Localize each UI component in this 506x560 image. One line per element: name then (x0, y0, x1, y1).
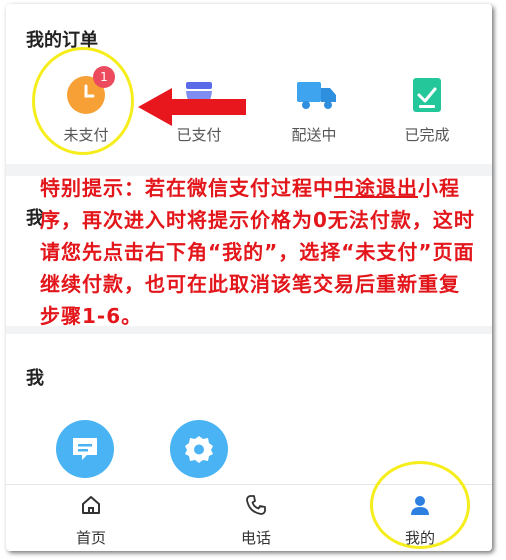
tab-home-label: 首页 (75, 529, 106, 547)
section-3-title: 我 (26, 368, 44, 389)
red-arrow-annotation (138, 88, 246, 126)
notice-text-part1: 特别提示：若在微信支付过程中 (40, 176, 334, 200)
my-orders-card: 我的订单 1 未支付 已支付 配送中 已完成 (6, 4, 492, 164)
highlight-circle-unpaid (32, 47, 134, 155)
bottom-tab-bar: 首页 电话 我的 (6, 461, 492, 551)
app-screen: 我的订单 1 未支付 已支付 配送中 已完成 我 我 首页 电话 我的 特别提示… (6, 4, 492, 551)
message-icon[interactable] (56, 420, 114, 478)
home-icon (82, 496, 100, 514)
order-completed-label: 已完成 (404, 126, 450, 144)
tab-phone-label: 电话 (240, 529, 271, 547)
payment-notice: 特别提示：若在微信支付过程中中途退出小程序，再次进入时将提示价格为0无法付款，这… (40, 172, 480, 332)
truck-icon (295, 76, 336, 114)
order-delivering-label: 配送中 (291, 126, 337, 144)
checklist-icon (408, 76, 446, 114)
highlight-circle-mine (370, 461, 470, 549)
order-completed[interactable]: 已完成 (377, 76, 477, 145)
settings-icon[interactable] (170, 420, 228, 478)
order-delivering[interactable]: 配送中 (264, 76, 364, 145)
phone-icon (246, 495, 266, 515)
tab-phone[interactable]: 电话 (206, 493, 306, 548)
tab-home[interactable]: 首页 (41, 493, 141, 548)
notice-text-underlined: 中途退出 (334, 176, 418, 200)
